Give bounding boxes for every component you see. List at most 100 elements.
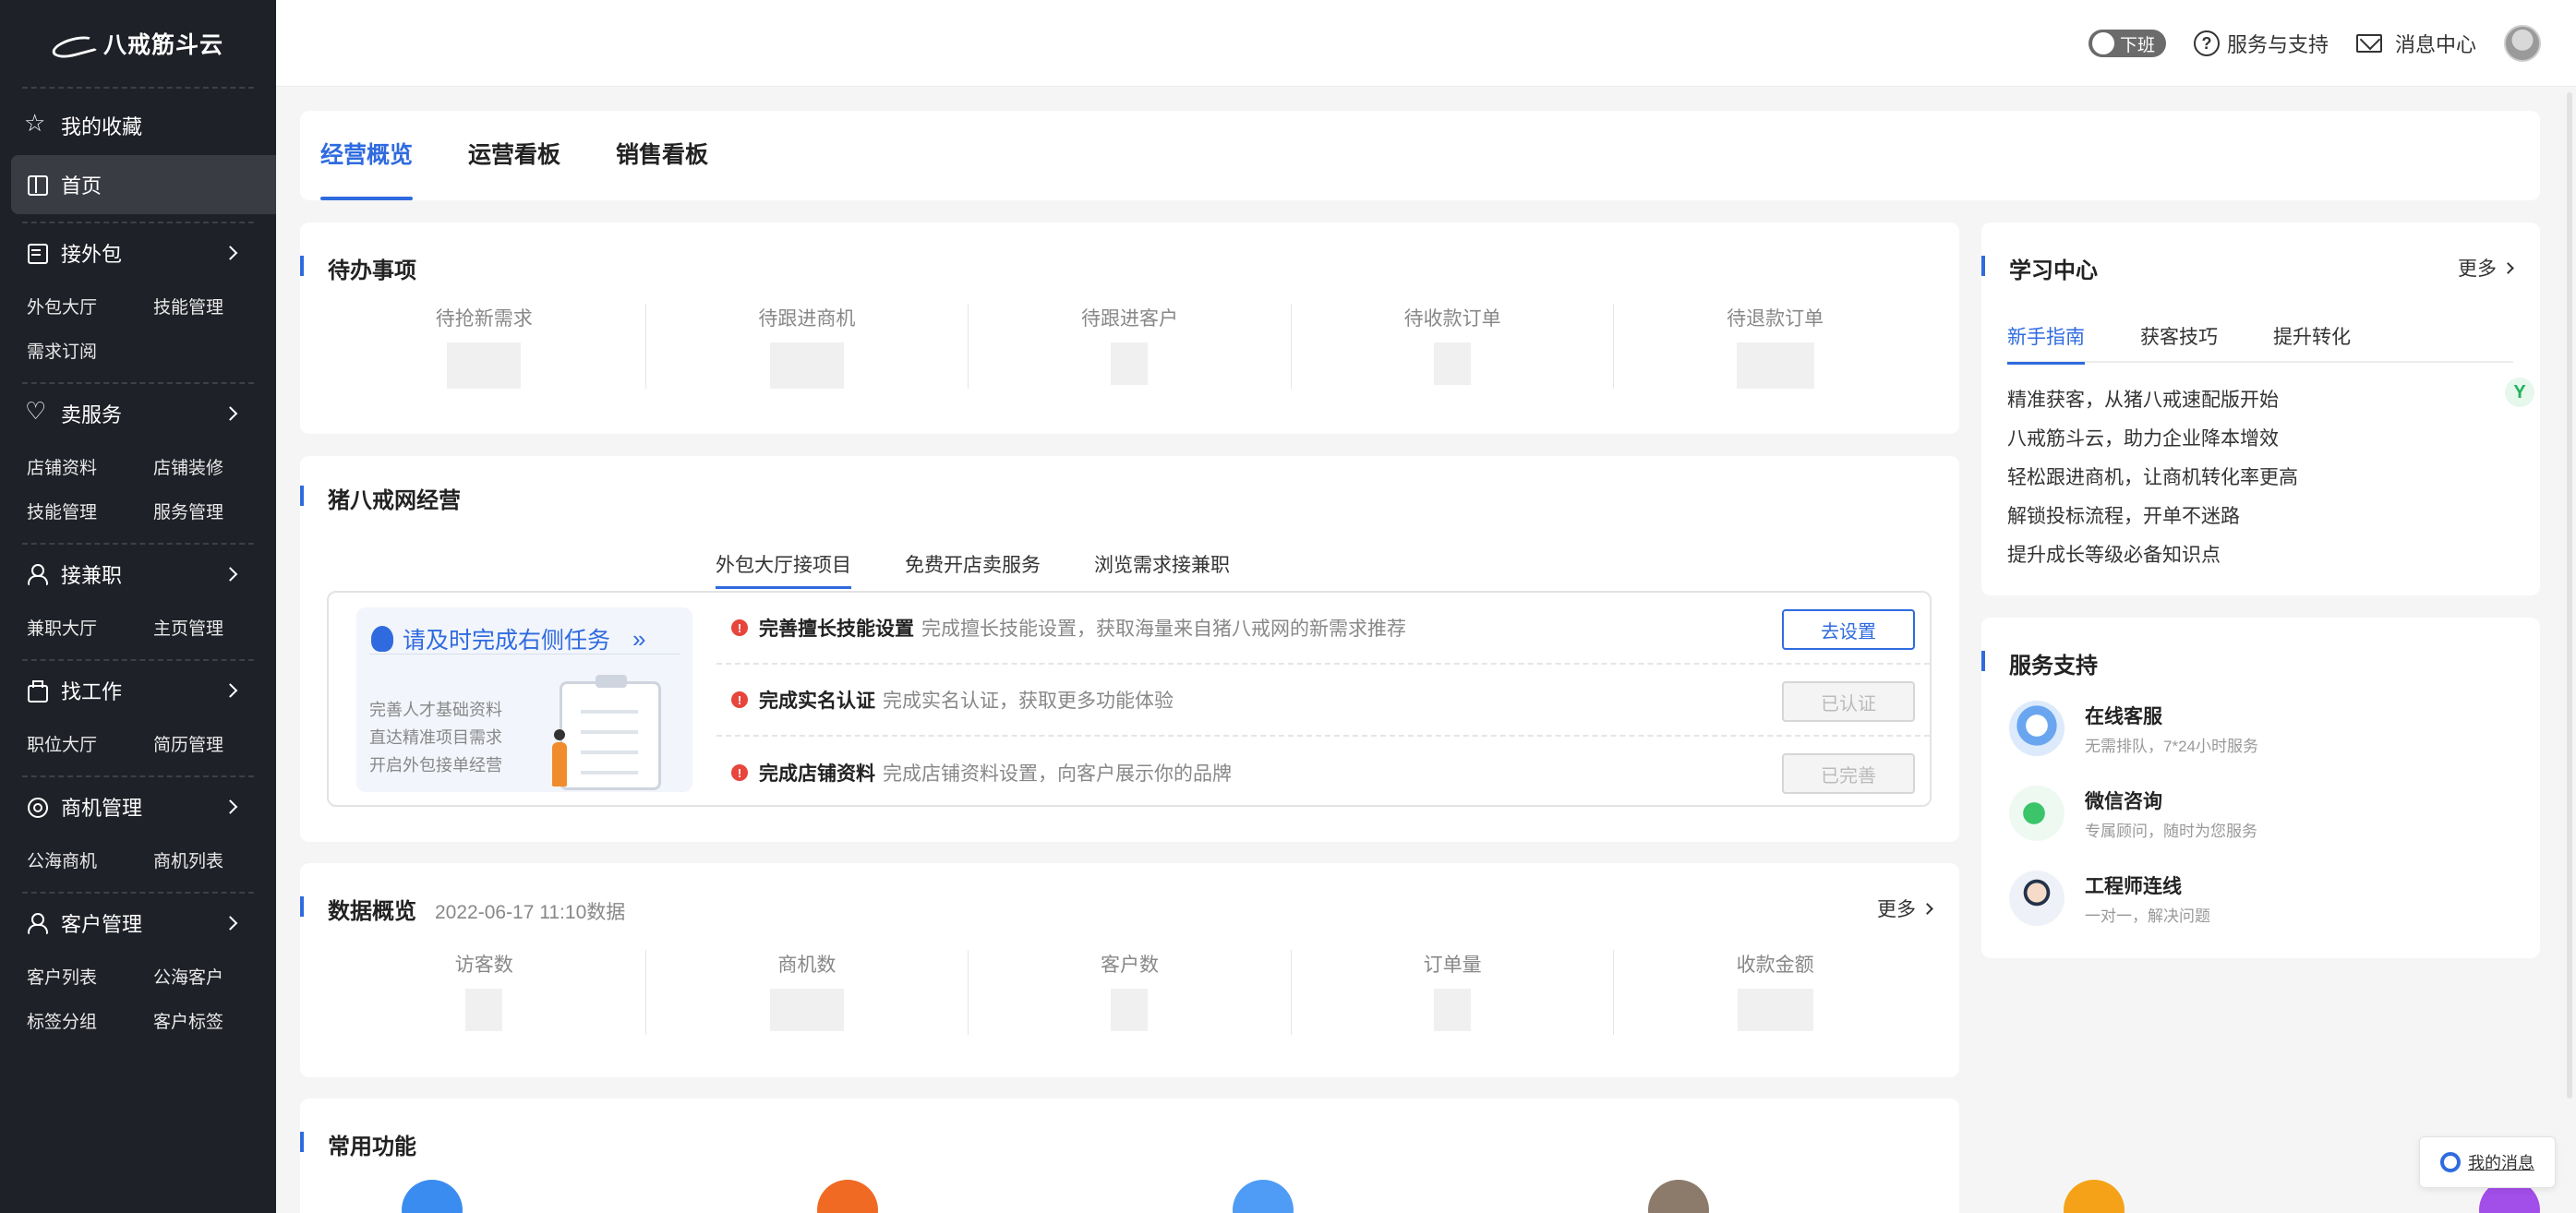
submenu-item[interactable]: 技能管理: [27, 491, 153, 535]
tab-beginner-guide[interactable]: 新手指南: [2007, 322, 2085, 365]
promo-line: 直达精准项目需求: [369, 728, 502, 747]
message-center-label: 消息中心: [2394, 33, 2476, 56]
stat-label: 收款金额: [1736, 955, 1814, 976]
submenu-item[interactable]: 公海客户: [153, 956, 280, 1001]
tab-operations-board[interactable]: 运营看板: [468, 111, 560, 200]
tab-sales-board[interactable]: 销售看板: [616, 111, 708, 200]
stat-label: 商机数: [777, 955, 837, 976]
support-link[interactable]: ? 服务与支持: [2193, 29, 2329, 58]
submenu-item[interactable]: 兼职大厅: [27, 607, 153, 652]
submenu-item[interactable]: 服务管理: [153, 491, 280, 535]
sidebar-item-favorites[interactable]: 我的收藏: [0, 96, 276, 155]
user-icon: [26, 563, 48, 585]
work-status-toggle[interactable]: 下班: [2088, 30, 2166, 57]
tab-conversion[interactable]: 提升转化: [2273, 322, 2351, 363]
tab-acquisition-tips[interactable]: 获客技巧: [2140, 322, 2218, 363]
stat-follow-customers[interactable]: 待跟进客户: [968, 304, 1291, 389]
learn-article-link[interactable]: 八戒筋斗云，助力企业降本增效: [2007, 420, 2298, 459]
stat-orders[interactable]: 订单量: [1290, 950, 1614, 1035]
stat-revenue[interactable]: 收款金额: [1613, 950, 1936, 1035]
learn-article-link[interactable]: 轻松跟进商机，让商机转化率更高: [2007, 459, 2298, 498]
sidebar-group-parttime[interactable]: 接兼职: [0, 545, 276, 604]
brand-logo[interactable]: 八戒筋斗云: [0, 0, 276, 87]
support-wechat[interactable]: 微信咨询 专属顾问，随时为您服务: [2009, 786, 2257, 841]
submenu-item[interactable]: 技能管理: [153, 286, 280, 330]
tab-business-overview[interactable]: 经营概览: [320, 111, 414, 200]
my-messages-button[interactable]: 我的消息: [2419, 1136, 2556, 1188]
sidebar-group-outsource[interactable]: 接外包: [0, 223, 276, 282]
data-more-link[interactable]: 更多: [1877, 895, 1933, 922]
learn-more-link[interactable]: 更多: [2458, 254, 2514, 282]
submenu-outsource: 外包大厅 技能管理 需求订阅: [0, 282, 276, 382]
support-online[interactable]: 在线客服 无需排队，7*24小时服务: [2009, 701, 2258, 756]
v-badge-icon[interactable]: Y: [2505, 378, 2534, 407]
stat-follow-opps[interactable]: 待跟进商机: [644, 304, 969, 389]
zbj-business-card: 猪八戒网经营 外包大厅接项目 免费开店卖服务 浏览需求接兼职 请及时完成右侧任务…: [300, 456, 1959, 842]
task-name: 完成实名认证: [759, 691, 875, 712]
sidebar-item-label: 找工作: [61, 680, 123, 703]
sidebar-item-label: 商机管理: [61, 797, 143, 820]
tab-browse-parttime[interactable]: 浏览需求接兼职: [1094, 550, 1230, 585]
alert-icon: !: [731, 764, 748, 781]
sidebar-group-opportunity[interactable]: 商机管理: [0, 777, 276, 836]
submenu-item[interactable]: 店铺资料: [27, 447, 153, 491]
double-chevron-right-icon: »: [632, 624, 646, 653]
sidebar-group-customers[interactable]: 客户管理: [0, 894, 276, 953]
toggle-knob: [2091, 32, 2114, 54]
submenu-item[interactable]: 店铺装修: [153, 447, 280, 491]
avatar[interactable]: [2504, 25, 2541, 62]
learn-article-link[interactable]: 提升成长等级必备知识点: [2007, 536, 2298, 575]
submenu-item[interactable]: 需求订阅: [27, 330, 153, 375]
support-name: 工程师连线: [2085, 875, 2182, 897]
edit-function-icon[interactable]: [402, 1180, 463, 1213]
sidebar-item-label: 我的收藏: [61, 115, 143, 138]
stat-value-placeholder: [1434, 342, 1472, 385]
tab-outsource-projects[interactable]: 外包大厅接项目: [716, 550, 851, 589]
stat-customers[interactable]: 客户数: [968, 950, 1291, 1035]
support-engineer[interactable]: 工程师连线 一对一，解决问题: [2009, 871, 2210, 926]
stat-value-placeholder: [769, 989, 844, 1031]
profile-function-icon[interactable]: [1648, 1180, 1709, 1213]
sidebar-group-services[interactable]: 卖服务: [0, 384, 276, 443]
stat-pending-payment[interactable]: 待收款订单: [1290, 304, 1614, 389]
stat-visitors[interactable]: 访客数: [323, 950, 645, 1035]
submenu-item[interactable]: 客户标签: [153, 1001, 280, 1045]
stat-value-placeholder: [1736, 342, 1814, 389]
sidebar-item-home[interactable]: 首页: [11, 155, 276, 214]
stat-pending-refund[interactable]: 待退款订单: [1613, 304, 1936, 389]
submenu-item[interactable]: 标签分组: [27, 1001, 153, 1045]
mail-icon: [2355, 34, 2382, 53]
chevron-right-icon: [1921, 902, 1933, 915]
scrollbar-thumb[interactable]: [2567, 92, 2572, 1099]
sidebar-group-jobs[interactable]: 找工作: [0, 661, 276, 720]
alert-icon: !: [731, 691, 748, 708]
user-function-icon[interactable]: [1233, 1180, 1294, 1213]
page-scrollbar[interactable]: [2563, 87, 2576, 1213]
tab-open-shop[interactable]: 免费开店卖服务: [905, 550, 1041, 585]
my-messages-label: 我的消息: [2468, 1154, 2534, 1172]
learn-article-link[interactable]: 精准获客，从猪八戒速配版开始: [2007, 381, 2298, 420]
go-set-button[interactable]: 去设置: [1782, 609, 1915, 650]
learn-article-link[interactable]: 解锁投标流程，开单不迷路: [2007, 498, 2298, 536]
mail-function-icon[interactable]: [2064, 1180, 2125, 1213]
task-desc: 完成实名认证，获取更多功能体验: [883, 691, 1174, 712]
sidebar-item-label: 客户管理: [61, 913, 143, 936]
support-name: 微信咨询: [2085, 790, 2162, 812]
data-overview-title-text: 数据概览: [328, 899, 416, 924]
stat-new-demands[interactable]: 待抢新需求: [323, 304, 645, 389]
chevron-right-icon: [2502, 261, 2514, 274]
submenu-item[interactable]: 公海商机: [27, 840, 153, 884]
submenu-item[interactable]: 外包大厅: [27, 286, 153, 330]
chevron-right-icon: [223, 567, 238, 582]
shop-function-icon[interactable]: [817, 1180, 878, 1213]
promo-line: 开启外包接单经营: [369, 756, 502, 775]
stat-opportunities[interactable]: 商机数: [644, 950, 969, 1035]
submenu-item[interactable]: 职位大厅: [27, 724, 153, 768]
stat-label: 待收款订单: [1403, 308, 1501, 330]
submenu-item[interactable]: 简历管理: [153, 724, 280, 768]
message-center-link[interactable]: 消息中心: [2355, 29, 2476, 58]
submenu-item[interactable]: 客户列表: [27, 956, 153, 1001]
submenu-item[interactable]: 商机列表: [153, 840, 280, 884]
task-desc: 完成店铺资料设置，向客户展示你的品牌: [883, 763, 1232, 785]
submenu-item[interactable]: 主页管理: [153, 607, 280, 652]
